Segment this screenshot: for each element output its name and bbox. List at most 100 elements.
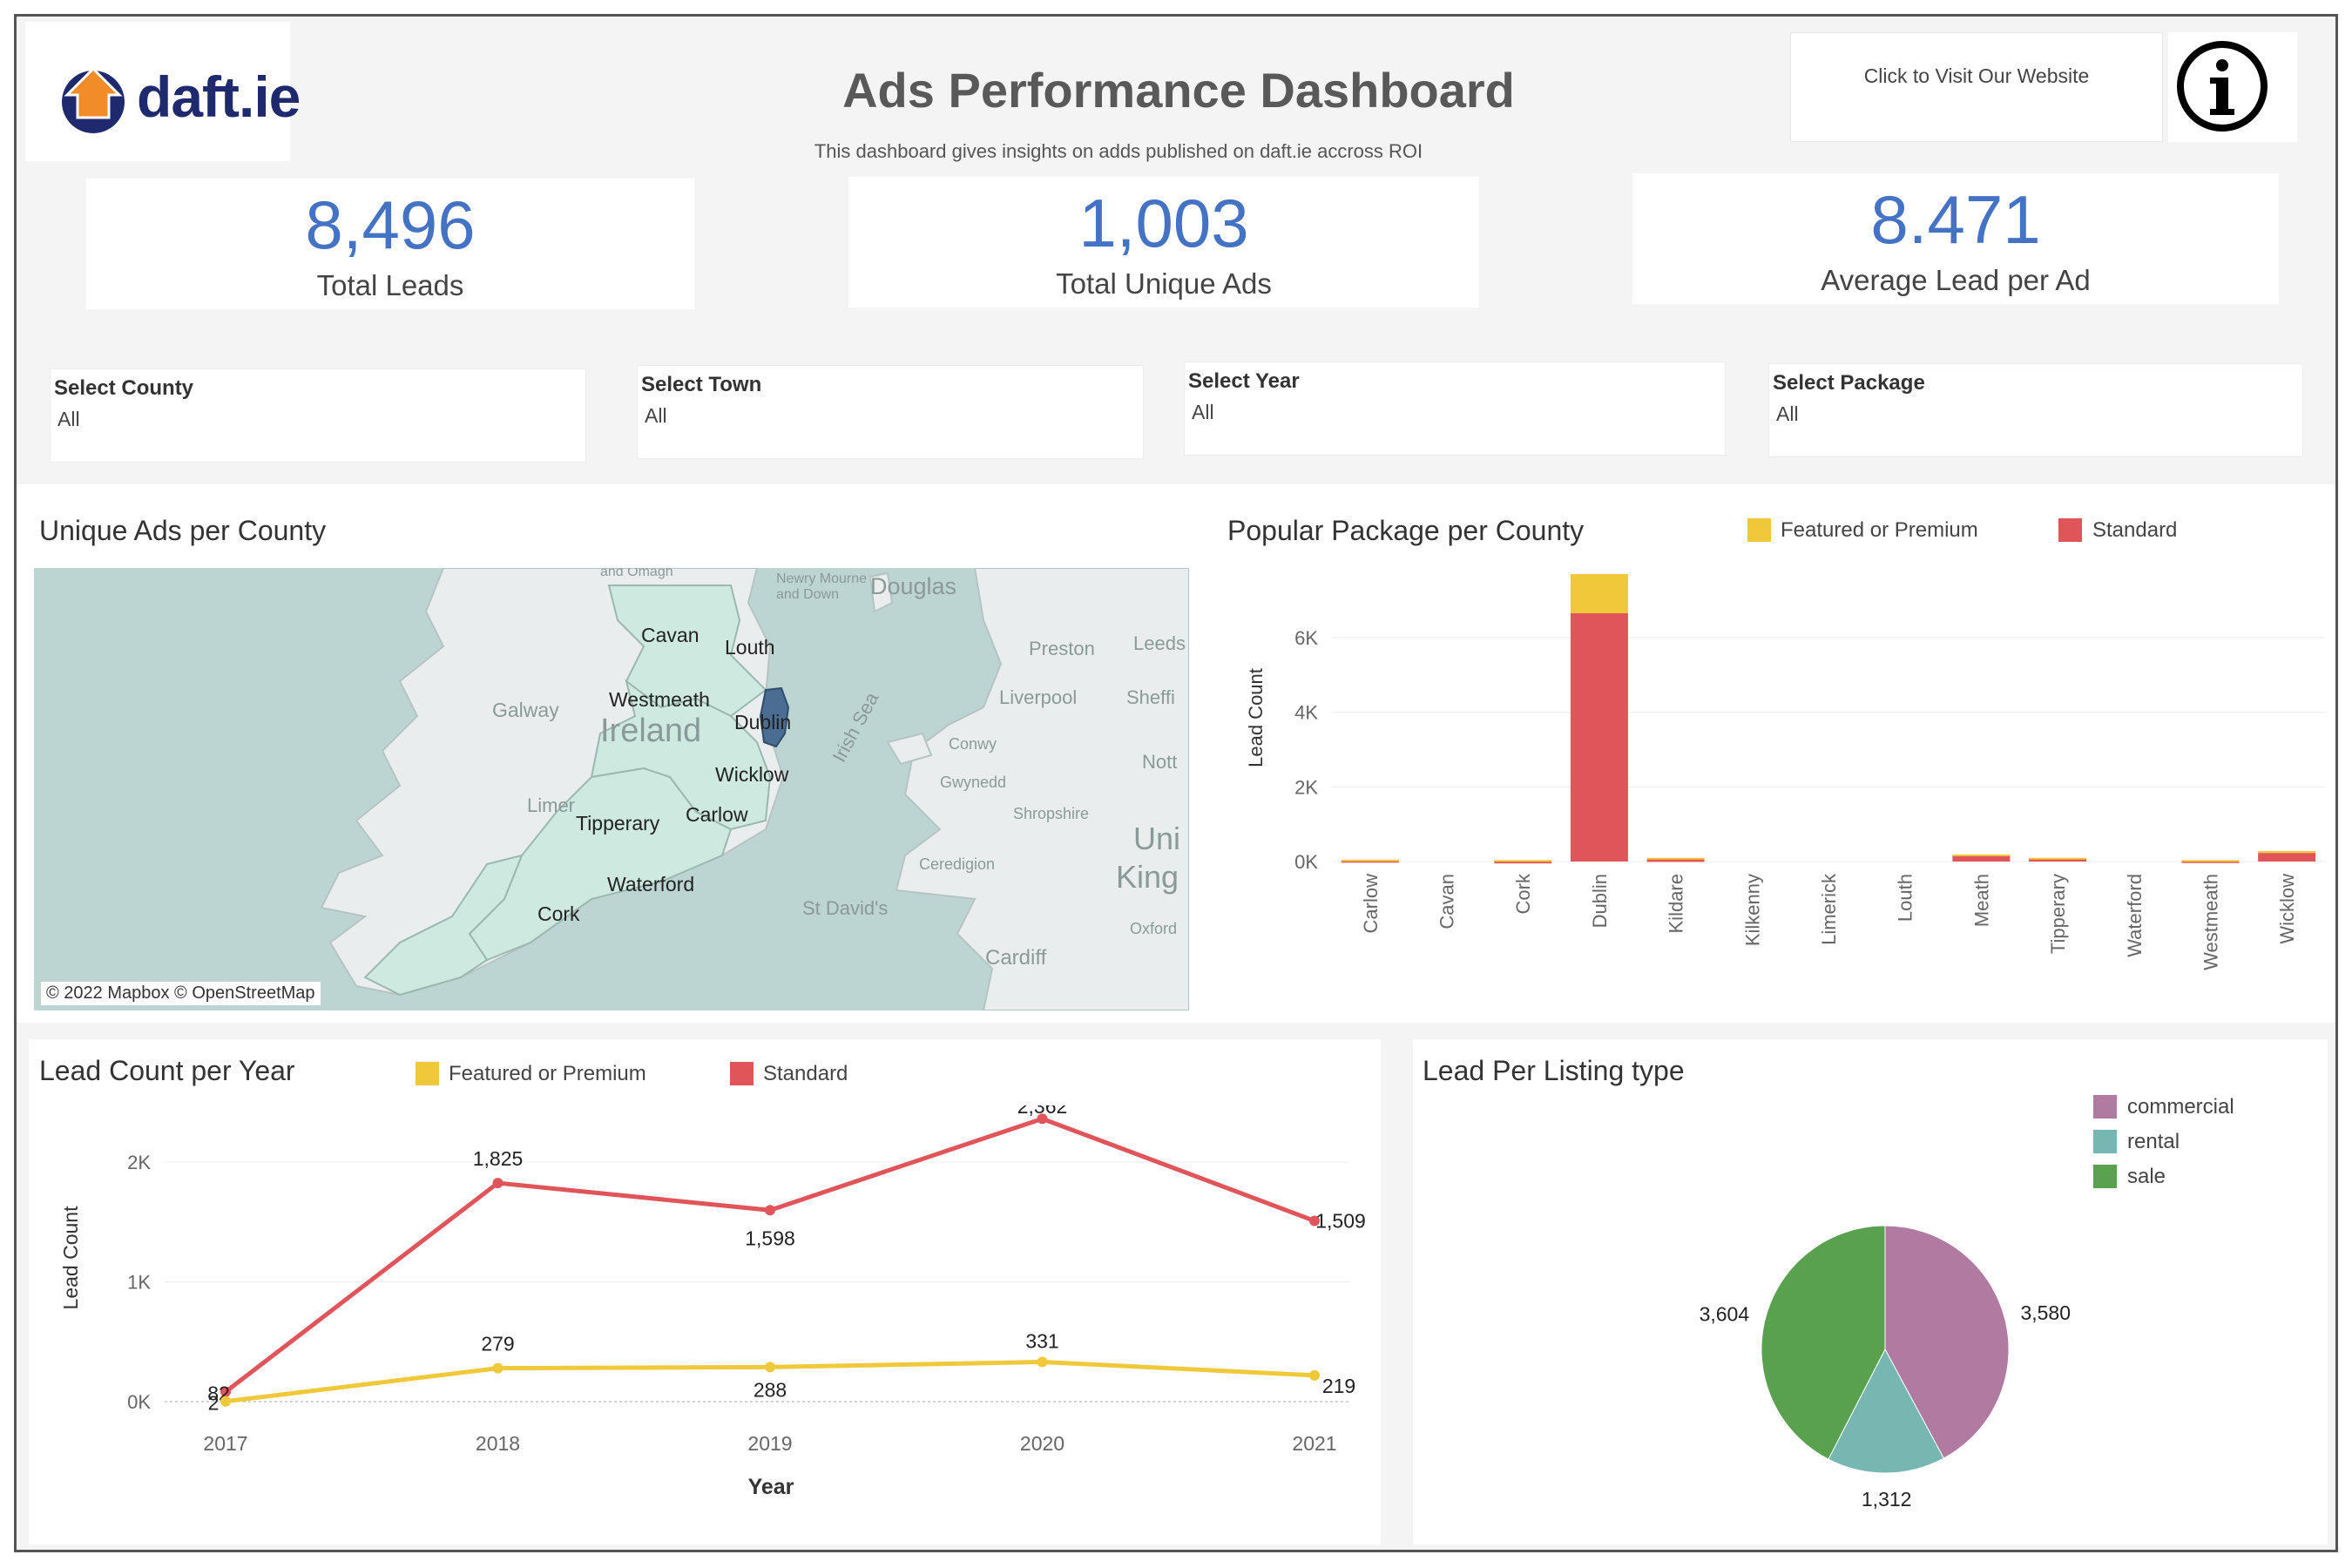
pie-data-label: 3,604: [1700, 1302, 1750, 1325]
filter-value: All: [645, 404, 667, 427]
bar-y-tick: 0K: [1294, 851, 1318, 873]
pie-chart-title: Lead Per Listing type: [1423, 1055, 1685, 1086]
filter-value: All: [1192, 401, 1214, 423]
map-label-limerick: Limer: [527, 794, 576, 816]
bar-standard: [1646, 859, 1705, 862]
line-y-tick: 0K: [127, 1391, 151, 1413]
line-point: [765, 1362, 775, 1373]
bar-y-tick: 4K: [1294, 702, 1318, 724]
bar-x-tick: Kilkenny: [1741, 874, 1763, 946]
legend-label-rental[interactable]: rental: [2127, 1130, 2180, 1154]
bar-x-tick: Louth: [1895, 874, 1916, 922]
bar-x-tick: Meath: [1970, 874, 1992, 927]
bar-featured: [1570, 574, 1628, 613]
legend-swatch-rental[interactable]: [2093, 1130, 2117, 1153]
bar-x-tick: Kildare: [1666, 874, 1687, 933]
pie-data-label: 3,580: [2020, 1301, 2071, 1324]
legend-swatch-featured[interactable]: [416, 1062, 439, 1085]
line-series-standard: [224, 1116, 1315, 1394]
map-label-cork: Cork: [537, 902, 580, 925]
bar-chart[interactable]: 0K 2K 4K 6K Lead Count Carlow Cavan Cork Dublin K…: [1227, 565, 2334, 1001]
line-y-tick: 1K: [127, 1272, 151, 1294]
map-label-westmeath: Westmeath: [609, 688, 710, 711]
bar-y-tick: 6K: [1294, 627, 1318, 649]
bar-featured: [1341, 859, 1399, 862]
map-label-tipperary: Tipperary: [576, 812, 660, 835]
legend-swatch-standard[interactable]: [2058, 518, 2082, 542]
line-y-axis-label: Lead Count: [59, 1206, 82, 1310]
line-data-label: 2,362: [1017, 1105, 1068, 1118]
map-title: Unique Ads per County: [39, 515, 327, 546]
pie-data-label: 1,312: [1862, 1488, 1912, 1511]
bar-featured: [2029, 857, 2087, 860]
map-label-preston: Preston: [1029, 638, 1095, 659]
legend-label-standard[interactable]: Standard: [763, 1062, 848, 1086]
line-data-label: 2: [208, 1392, 220, 1415]
line-chart-title: Lead Count per Year: [39, 1055, 295, 1086]
info-button[interactable]: [2168, 32, 2297, 142]
legend-label-commercial[interactable]: commercial: [2127, 1095, 2234, 1119]
map-label-united: Uni: [1133, 821, 1181, 856]
line-point: [1309, 1369, 1320, 1381]
map-canvas: [320, 568, 1189, 1010]
legend-swatch-commercial[interactable]: [2093, 1095, 2117, 1119]
map-label-conwy: Conwy: [949, 735, 997, 753]
map-label-nottingham: Nott: [1142, 751, 1178, 773]
kpi-label: Total Leads: [316, 269, 464, 301]
map-attribution[interactable]: © 2022 Mapbox © OpenStreetMap: [41, 982, 321, 1005]
county-map[interactable]: Cavan Louth Westmeath Dublin Wicklow Car…: [34, 568, 1189, 1010]
bar-y-axis-label: Lead Count: [1245, 668, 1267, 767]
legend-label-featured[interactable]: Featured or Premium: [449, 1062, 646, 1086]
line-data-label: 279: [481, 1333, 514, 1355]
select-town-filter[interactable]: Select Town All: [637, 365, 1144, 459]
legend-swatch-featured[interactable]: [1747, 518, 1771, 542]
bar-chart-title: Popular Package per County: [1227, 515, 1585, 546]
kpi-total-unique-ads: 1,003 Total Unique Ads: [848, 177, 1479, 308]
map-label-galway: Galway: [492, 699, 559, 721]
map-label-sheffield: Sheffi: [1126, 686, 1175, 708]
line-data-label: 219: [1322, 1375, 1355, 1397]
legend-label-sale[interactable]: sale: [2127, 1165, 2166, 1189]
line-point: [492, 1178, 504, 1189]
bar-x-tick: Limerick: [1818, 873, 1840, 945]
map-label-louth: Louth: [725, 636, 775, 659]
map-label-st-davids: St David's: [802, 897, 889, 919]
filter-label: Select Year: [1188, 369, 1300, 393]
line-chart[interactable]: 0K 1K 2K Lead Count 2017 2018 2019 2020 2021 Year…: [34, 1105, 1375, 1541]
line-data-label: 288: [754, 1378, 787, 1401]
kpi-average-lead-per-ad: 8.471 Average Lead per Ad: [1632, 173, 2279, 304]
bar-standard: [1570, 613, 1628, 862]
map-label-kingdom: King: [1116, 859, 1179, 895]
line-data-label: 331: [1025, 1329, 1058, 1352]
map-label-ceredigion: Ceredigion: [919, 855, 996, 873]
legend-swatch-standard[interactable]: [730, 1062, 754, 1085]
bar-x-tick: Tipperary: [2047, 874, 2069, 954]
map-label-gwynedd: Gwynedd: [940, 774, 1007, 791]
map-label-carlow: Carlow: [686, 803, 748, 826]
visit-website-button[interactable]: Click to Visit Our Website: [1790, 32, 2163, 142]
line-point: [220, 1396, 231, 1407]
line-point: [765, 1205, 775, 1216]
select-year-filter[interactable]: Select Year All: [1184, 362, 1726, 456]
filter-label: Select Town: [641, 373, 762, 396]
kpi-total-leads: 8,496 Total Leads: [86, 179, 694, 309]
map-label-oxford: Oxford: [1130, 920, 1178, 937]
line-data-label: 1,598: [745, 1227, 795, 1249]
line-x-tick: 2018: [476, 1432, 520, 1455]
map-label-leeds: Leeds: [1133, 632, 1186, 654]
line-point: [1037, 1356, 1048, 1368]
map-label-omagh: and Omagh: [600, 568, 673, 579]
kpi-value: 8,496: [305, 186, 476, 263]
select-package-filter[interactable]: Select Package All: [1768, 363, 2303, 457]
filter-value: All: [57, 408, 80, 430]
legend-label-standard[interactable]: Standard: [2092, 518, 2177, 543]
bar-x-tick: Cork: [1512, 873, 1534, 914]
bar-x-tick: Cavan: [1436, 874, 1458, 929]
bar-featured: [2258, 851, 2316, 854]
legend-label-featured[interactable]: Featured or Premium: [1781, 518, 1978, 543]
line-y-tick: 2K: [127, 1152, 151, 1173]
pie-chart[interactable]: 3,580 1,312 3,604: [1672, 1184, 2107, 1515]
select-county-filter[interactable]: Select County All: [50, 368, 586, 463]
map-label-cavan: Cavan: [641, 624, 700, 646]
map-label-newry: Newry Mourne and Down: [776, 571, 868, 602]
